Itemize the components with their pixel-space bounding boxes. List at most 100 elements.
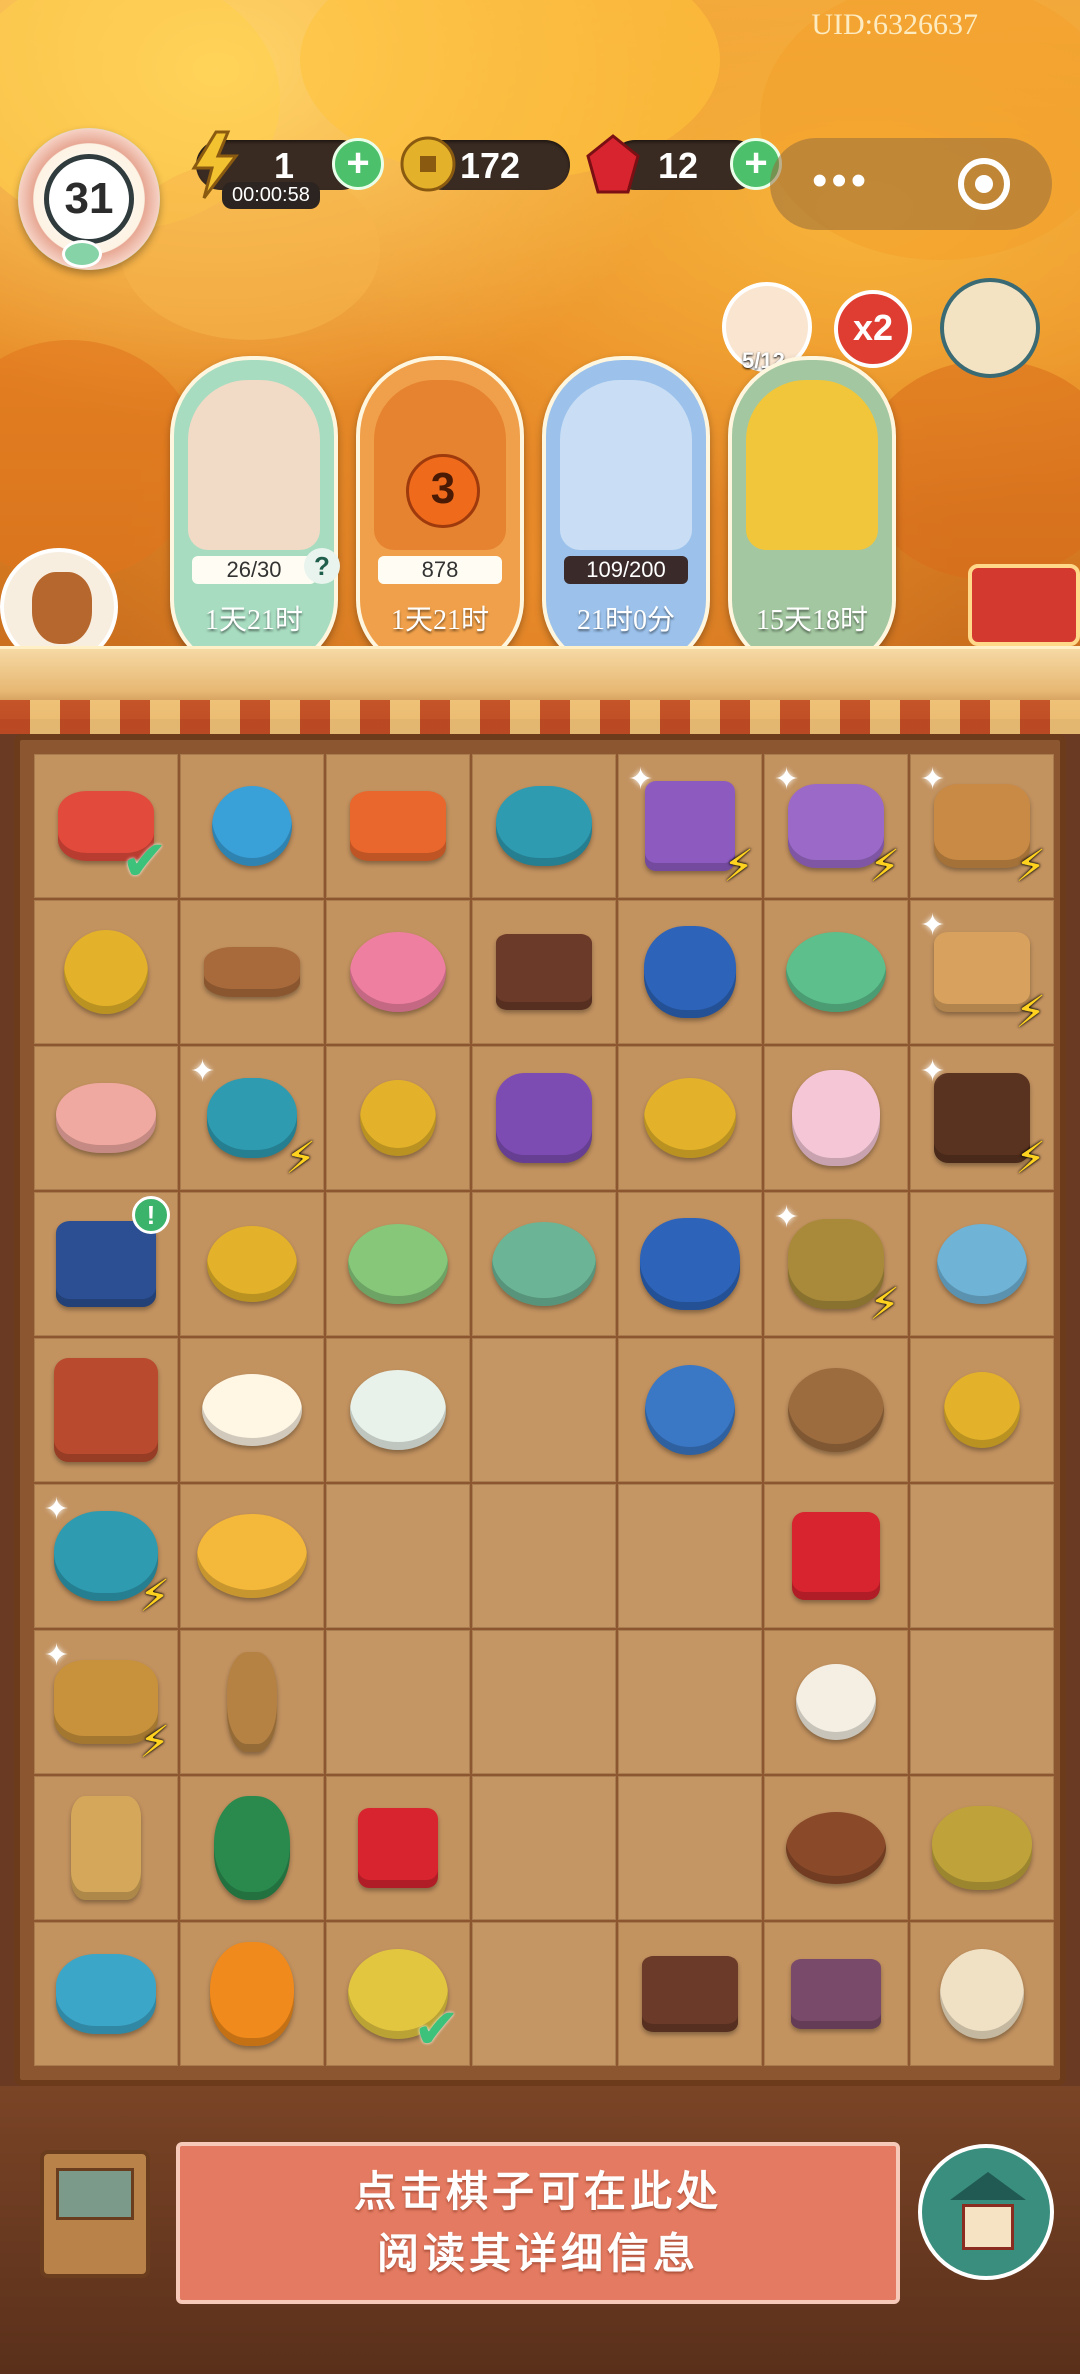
board-cell-rabbit-dessert[interactable] xyxy=(764,1046,908,1190)
board-cell-empty[interactable] xyxy=(910,1484,1054,1628)
board-cell-chicken-coop[interactable] xyxy=(34,1338,178,1482)
board-cell-blue-jar[interactable] xyxy=(34,1922,178,2066)
wooden-chest-icon xyxy=(496,934,592,1010)
board-cell-blue-tea-cup[interactable] xyxy=(618,1338,762,1482)
board-cell-bead-bracelet[interactable] xyxy=(180,754,324,898)
board-cell-lantern[interactable] xyxy=(910,1922,1054,2066)
event-progress: 26/30 xyxy=(192,556,316,584)
event-timer: 21时0分 xyxy=(576,605,675,636)
board-cell-silk-spindle[interactable] xyxy=(180,900,324,1044)
board-cell-energy-gourd[interactable] xyxy=(180,1922,324,2066)
board-cell-blue-gift-box[interactable]: ! xyxy=(34,1192,178,1336)
board-cell-watermelon-board[interactable]: ✔ xyxy=(34,754,178,898)
board-cell-pig-cake[interactable] xyxy=(34,1046,178,1190)
board-cell-scroll-box[interactable]: ⚡ ✦ xyxy=(618,754,762,898)
board-cell-empty[interactable] xyxy=(326,1630,470,1774)
board-cell-coin-stack[interactable] xyxy=(618,1046,762,1190)
board-cell-gold-coin[interactable] xyxy=(910,1338,1054,1482)
system-menu: ••• xyxy=(770,138,1052,230)
gold-coin-icon xyxy=(944,1372,1020,1448)
board-cell-empty[interactable] xyxy=(618,1776,762,1920)
board-cell-cotton-flower[interactable] xyxy=(764,1630,908,1774)
board-cell-red-bean-soup[interactable] xyxy=(764,900,908,1044)
board-cell-flower-dish[interactable] xyxy=(326,900,470,1044)
storage-cabinet-button[interactable] xyxy=(40,2150,150,2278)
board-cell-fried-rice-bowl[interactable]: ✔ xyxy=(326,1922,470,2066)
board-cell-tangyuan-bowl[interactable] xyxy=(472,1192,616,1336)
board-cell-empty[interactable] xyxy=(472,1338,616,1482)
board-cell-woven-basket[interactable] xyxy=(910,1776,1054,1920)
board-cell-ink-stone[interactable] xyxy=(764,1922,908,2066)
alert-badge-icon: ! xyxy=(132,1196,170,1234)
board-cell-gold-coin[interactable] xyxy=(326,1046,470,1190)
board-cell-fruit-platter[interactable] xyxy=(326,754,470,898)
board-cell-ruby-pair[interactable] xyxy=(764,1484,908,1628)
cotton-bowl-icon xyxy=(788,1368,884,1452)
board-cell-cotton-bowl[interactable] xyxy=(764,1338,908,1482)
board-cell-bird-nest[interactable] xyxy=(764,1776,908,1920)
board-cell-empty[interactable] xyxy=(618,1484,762,1628)
board-cell-gold-bracelet[interactable] xyxy=(34,900,178,1044)
board-cell-tea-cup[interactable] xyxy=(910,1192,1054,1336)
event-progress: 109/200 xyxy=(564,556,688,584)
board-cell-empty[interactable] xyxy=(472,1630,616,1774)
scroll-reward-button[interactable] xyxy=(968,564,1080,646)
board-cell-empty[interactable] xyxy=(472,1484,616,1628)
board-cell-empty[interactable] xyxy=(618,1630,762,1774)
energy-bolt-icon: ⚡ xyxy=(723,842,754,891)
cotton-flower-icon xyxy=(796,1664,876,1740)
cauldron-shop-button[interactable] xyxy=(940,278,1040,378)
sparkle-icon: ✦ xyxy=(628,763,654,796)
board-cell-scroll-crate[interactable]: ⚡ ✦ xyxy=(910,900,1054,1044)
board-cell-empty[interactable] xyxy=(326,1484,470,1628)
board-cell-brush[interactable] xyxy=(180,1630,324,1774)
board-cell-ruby[interactable] xyxy=(326,1776,470,1920)
sparkle-icon: ✦ xyxy=(44,1493,70,1526)
fruit-platter-icon xyxy=(350,791,446,861)
close-target-icon[interactable] xyxy=(958,158,1010,210)
board-cell-ruler-brush[interactable] xyxy=(34,1776,178,1920)
board-cell-empty[interactable] xyxy=(472,1922,616,2066)
coin-pair-icon xyxy=(207,1226,297,1302)
event-timer: 1天21时 xyxy=(204,605,303,636)
sparkle-icon: ✦ xyxy=(774,763,800,796)
board-cell-teapot[interactable]: ⚡ ✦ xyxy=(180,1046,324,1190)
board-cell-fruit-basket[interactable]: ⚡ ✦ xyxy=(910,754,1054,898)
board-cell-empty[interactable] xyxy=(910,1630,1054,1774)
board-cell-small-chest[interactable] xyxy=(618,1922,762,2066)
double-boost-button[interactable]: x2 xyxy=(834,290,912,368)
board-cell-wooden-chest[interactable] xyxy=(472,900,616,1044)
small-chest-icon xyxy=(642,1956,738,2032)
board-cell-treasure-chest[interactable]: ⚡ ✦ xyxy=(910,1046,1054,1190)
level-ring: 31 xyxy=(44,154,134,244)
board-cell-coin-pair[interactable] xyxy=(180,1192,324,1336)
board-cell-teapot-and-cup[interactable]: ⚡ ✦ xyxy=(34,1484,178,1628)
board-cell-purple-purse[interactable] xyxy=(472,1046,616,1190)
event-card-chrysanthemum[interactable]: 15天18时 xyxy=(728,356,896,670)
bird-nest-icon xyxy=(786,1812,886,1884)
board-cell-fried-rice-plate[interactable] xyxy=(180,1484,324,1628)
add-energy-button[interactable]: + xyxy=(332,138,384,190)
event-card-paper[interactable]: 109/200 21时0分 xyxy=(542,356,710,670)
board-cell-silk-loom[interactable]: ⚡ ✦ xyxy=(764,754,908,898)
board-cell-green-bean-soup[interactable] xyxy=(326,1192,470,1336)
pagoda-sell-button[interactable] xyxy=(918,2144,1054,2280)
more-options-icon[interactable]: ••• xyxy=(812,156,870,206)
board-cell-fried-egg[interactable] xyxy=(180,1338,324,1482)
board-cell-green-gourd[interactable] xyxy=(180,1776,324,1920)
board-cell-berry-pudding[interactable] xyxy=(326,1338,470,1482)
event-card-pumpkin[interactable]: 3 878 1天21时 xyxy=(356,356,524,670)
board-cell-teapot-set[interactable] xyxy=(472,754,616,898)
pumpkin-badge: 3 xyxy=(406,454,480,528)
user-id-label: UID:6326637 xyxy=(811,8,978,41)
event-card-tea-cat[interactable]: 26/30 1天21时 xyxy=(170,356,338,670)
help-icon[interactable]: ? xyxy=(304,548,340,584)
board-cell-blue-porcelain-bowl[interactable] xyxy=(618,900,762,1044)
tea-cat-art xyxy=(188,380,320,550)
board-cell-porcelain-tea[interactable] xyxy=(618,1192,762,1336)
sparkle-icon: ✦ xyxy=(44,1639,70,1672)
board-cell-rice-pot[interactable]: ⚡ ✦ xyxy=(764,1192,908,1336)
board-cell-empty[interactable] xyxy=(472,1776,616,1920)
energy-bolt-icon: ⚡ xyxy=(285,1134,316,1183)
board-cell-harvest-basket[interactable]: ⚡ ✦ xyxy=(34,1630,178,1774)
